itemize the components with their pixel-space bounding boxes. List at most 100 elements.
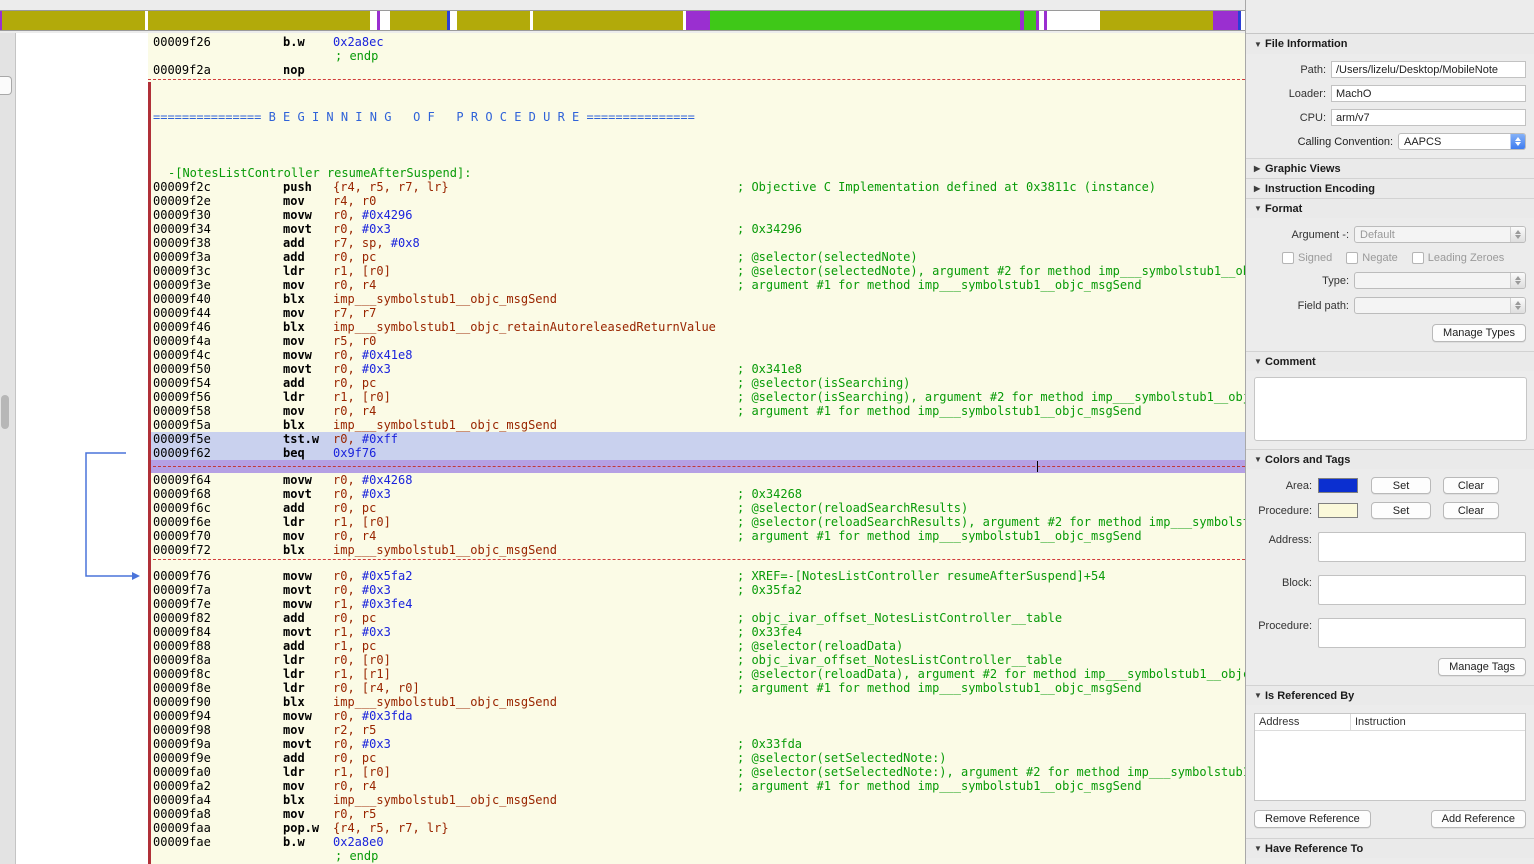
disassembly-listing[interactable]: 00009f26 b.w 0x2a8ec ; endp 00009f2a nop =====… bbox=[148, 33, 1245, 864]
block-tag-field[interactable] bbox=[1318, 575, 1526, 605]
asm-ins[interactable]: 00009f8c ldr r1, [r1] ; @selector(reloadDat… bbox=[148, 667, 1245, 681]
asm-ins[interactable]: 00009f40 blx imp___symbolstub1__objc_msgSe… bbox=[148, 292, 1245, 306]
asm-ins[interactable]: 00009f34 movt r0, #0x3 ; 0x34296 bbox=[148, 222, 1245, 236]
asm-ins[interactable]: 00009f82 add r0, pc ; objc_ivar_offset_Note… bbox=[148, 611, 1245, 625]
nav-segment[interactable] bbox=[1213, 11, 1238, 30]
asm-procsep[interactable]: =============== B E G I N N I N G O F P … bbox=[148, 110, 1245, 124]
asm-ins[interactable]: 00009f2c push {r4, r5, r7, lr} ; Objective … bbox=[148, 180, 1245, 194]
add-reference-button[interactable]: Add Reference bbox=[1430, 810, 1526, 828]
asm-ins[interactable]: 00009f2a nop bbox=[148, 63, 1245, 77]
section-graphic-views[interactable]: ▶ Graphic Views bbox=[1246, 158, 1534, 178]
cpu-field[interactable] bbox=[1331, 109, 1526, 126]
section-have-reference-to[interactable]: ▼ Have Reference To bbox=[1246, 838, 1534, 858]
calling-convention-dropdown[interactable]: AAPCS bbox=[1398, 133, 1526, 150]
nav-segment[interactable] bbox=[380, 11, 390, 30]
section-instruction-encoding[interactable]: ▶ Instruction Encoding bbox=[1246, 178, 1534, 198]
asm-ins[interactable]: 00009faa pop.w {r4, r5, r7, lr} bbox=[148, 821, 1245, 835]
panel-handle[interactable] bbox=[0, 76, 12, 95]
disclosure-triangle-icon[interactable]: ▶ bbox=[1254, 164, 1265, 173]
section-is-referenced-by[interactable]: ▼ Is Referenced By bbox=[1246, 685, 1534, 705]
asm-ins[interactable]: 00009f5e tst.w r0, #0xff bbox=[148, 432, 1245, 446]
asm-ins[interactable]: 00009f44 mov r7, r7 bbox=[148, 306, 1245, 320]
negate-checkbox[interactable] bbox=[1346, 252, 1359, 264]
area-set-button[interactable]: Set bbox=[1371, 477, 1431, 494]
asm-ins[interactable]: 00009f46 blx imp___symbolstub1__objc_retai… bbox=[148, 320, 1245, 334]
asm-label[interactable]: -[NotesListController resumeAfterSuspend… bbox=[148, 166, 1245, 180]
procedure-tag-field[interactable] bbox=[1318, 618, 1526, 648]
asm-ins[interactable]: 00009f70 mov r0, r4 ; argument #1 for metho… bbox=[148, 529, 1245, 543]
asm-ins[interactable]: 00009f8a ldr r0, [r0] ; objc_ivar_offset_No… bbox=[148, 653, 1245, 667]
asm-sep[interactable] bbox=[148, 77, 1245, 82]
manage-types-button[interactable]: Manage Types bbox=[1432, 324, 1526, 342]
navigation-bar[interactable] bbox=[0, 10, 1245, 31]
field-path-dropdown[interactable] bbox=[1354, 297, 1526, 314]
asm-ins[interactable]: 00009fa2 mov r0, r4 ; argument #1 for metho… bbox=[148, 779, 1245, 793]
path-field[interactable] bbox=[1331, 61, 1526, 78]
asm-ins[interactable]: 00009fa4 blx imp___symbolstub1__objc_msgSe… bbox=[148, 793, 1245, 807]
disclosure-triangle-icon[interactable]: ▼ bbox=[1254, 455, 1265, 464]
asm-ins[interactable]: 00009f6e ldr r1, [r0] ; @selector(reloadSea… bbox=[148, 515, 1245, 529]
asm-ins[interactable]: 00009f72 blx imp___symbolstub1__objc_msgSe… bbox=[148, 543, 1245, 557]
area-clear-button[interactable]: Clear bbox=[1443, 477, 1499, 494]
asm-ins[interactable]: 00009f9a movt r0, #0x3 ; 0x33fda bbox=[148, 737, 1245, 751]
loader-field[interactable] bbox=[1331, 85, 1526, 102]
disclosure-triangle-icon[interactable]: ▶ bbox=[1254, 184, 1265, 193]
asm-ins[interactable]: 00009f94 movw r0, #0x3fda bbox=[148, 709, 1245, 723]
asm-ins[interactable]: 00009f7a movt r0, #0x3 ; 0x35fa2 bbox=[148, 583, 1245, 597]
nav-segment[interactable] bbox=[370, 11, 377, 30]
nav-segment[interactable] bbox=[686, 11, 710, 30]
nav-segment[interactable] bbox=[148, 11, 370, 30]
signed-checkbox[interactable] bbox=[1282, 252, 1294, 264]
procedure-color-swatch[interactable] bbox=[1318, 503, 1358, 518]
asm-ins[interactable]: 00009f3a add r0, pc ; @selector(selectedNot… bbox=[148, 250, 1245, 264]
section-file-information[interactable]: ▼ File Information bbox=[1246, 34, 1534, 54]
asm-ins[interactable]: 00009f76 movw r0, #0x5fa2 ; XREF=-[NotesLis… bbox=[148, 569, 1245, 583]
asm-ins[interactable]: 00009f58 mov r0, r4 ; argument #1 for metho… bbox=[148, 404, 1245, 418]
procedure-clear-button[interactable]: Clear bbox=[1443, 502, 1499, 519]
disclosure-triangle-icon[interactable]: ▼ bbox=[1254, 691, 1265, 700]
disclosure-triangle-icon[interactable]: ▼ bbox=[1254, 357, 1265, 366]
nav-segment[interactable] bbox=[457, 11, 530, 30]
section-comment[interactable]: ▼ Comment bbox=[1246, 351, 1534, 371]
section-format[interactable]: ▼ Format bbox=[1246, 198, 1534, 218]
asm-ins[interactable]: 00009f54 add r0, pc ; @selector(isSearching… bbox=[148, 376, 1245, 390]
references-table[interactable]: Address Instruction bbox=[1254, 713, 1526, 801]
remove-reference-button[interactable]: Remove Reference bbox=[1254, 810, 1371, 828]
asm-ins[interactable]: 00009f68 movt r0, #0x3 ; 0x34268 bbox=[148, 487, 1245, 501]
asm-ins[interactable]: 00009f50 movt r0, #0x3 ; 0x341e8 bbox=[148, 362, 1245, 376]
asm-ins[interactable]: 00009f62 beq 0x9f76 bbox=[148, 446, 1245, 460]
leading-zeroes-checkbox[interactable] bbox=[1411, 252, 1424, 264]
asm-endp[interactable]: ; endp bbox=[148, 849, 1245, 863]
comment-textarea[interactable] bbox=[1254, 377, 1527, 441]
asm-ins[interactable]: 00009f4c movw r0, #0x41e8 bbox=[148, 348, 1245, 362]
asm-ins[interactable]: 00009f6c add r0, pc ; @selector(reloadSearc… bbox=[148, 501, 1245, 515]
scrollbar-thumb[interactable] bbox=[1, 395, 9, 429]
asm-ins[interactable]: 00009f26 b.w 0x2a8ec bbox=[148, 35, 1245, 49]
asm-ins[interactable]: 00009f4a mov r5, r0 bbox=[148, 334, 1245, 348]
asm-ins[interactable]: 00009f2e mov r4, r0 bbox=[148, 194, 1245, 208]
nav-segment[interactable] bbox=[1024, 11, 1036, 30]
asm-ins[interactable]: 00009f98 mov r2, r5 bbox=[148, 723, 1245, 737]
procedure-set-button[interactable]: Set bbox=[1371, 502, 1431, 519]
nav-segment[interactable] bbox=[710, 11, 1020, 30]
asm-ins[interactable]: 00009fa0 ldr r1, [r0] ; @selector(setSelect… bbox=[148, 765, 1245, 779]
disclosure-triangle-icon[interactable]: ▼ bbox=[1254, 40, 1265, 49]
asm-ins[interactable]: 00009f9e add r0, pc ; @selector(setSelected… bbox=[148, 751, 1245, 765]
asm-ins[interactable]: 00009f38 add r7, sp, #0x8 bbox=[148, 236, 1245, 250]
type-dropdown[interactable] bbox=[1354, 272, 1526, 289]
asm-ins[interactable]: 00009f7e movw r1, #0x3fe4 bbox=[148, 597, 1245, 611]
asm-sep[interactable] bbox=[148, 557, 1245, 562]
section-colors-and-tags[interactable]: ▼ Colors and Tags bbox=[1246, 449, 1534, 469]
disclosure-triangle-icon[interactable]: ▼ bbox=[1254, 204, 1265, 213]
asm-ins[interactable]: 00009f3e mov r0, r4 ; argument #1 for metho… bbox=[148, 278, 1245, 292]
asm-ins[interactable]: 00009f56 ldr r1, [r0] ; @selector(isSearchi… bbox=[148, 390, 1245, 404]
asm-ins[interactable]: 00009f3c ldr r1, [r0] ; @selector(selectedN… bbox=[148, 264, 1245, 278]
area-color-swatch[interactable] bbox=[1318, 478, 1358, 493]
asm-ins[interactable]: 00009f90 blx imp___symbolstub1__objc_msgSe… bbox=[148, 695, 1245, 709]
argument-dropdown[interactable]: Default bbox=[1354, 226, 1526, 243]
asm-ins[interactable]: 00009f88 add r1, pc ; @selector(reloadData) bbox=[148, 639, 1245, 653]
disclosure-triangle-icon[interactable]: ▼ bbox=[1254, 844, 1265, 853]
nav-segment[interactable] bbox=[1047, 11, 1100, 30]
asm-ins[interactable]: 00009f84 movt r1, #0x3 ; 0x33fe4 bbox=[148, 625, 1245, 639]
asm-ins[interactable]: 00009f30 movw r0, #0x4296 bbox=[148, 208, 1245, 222]
